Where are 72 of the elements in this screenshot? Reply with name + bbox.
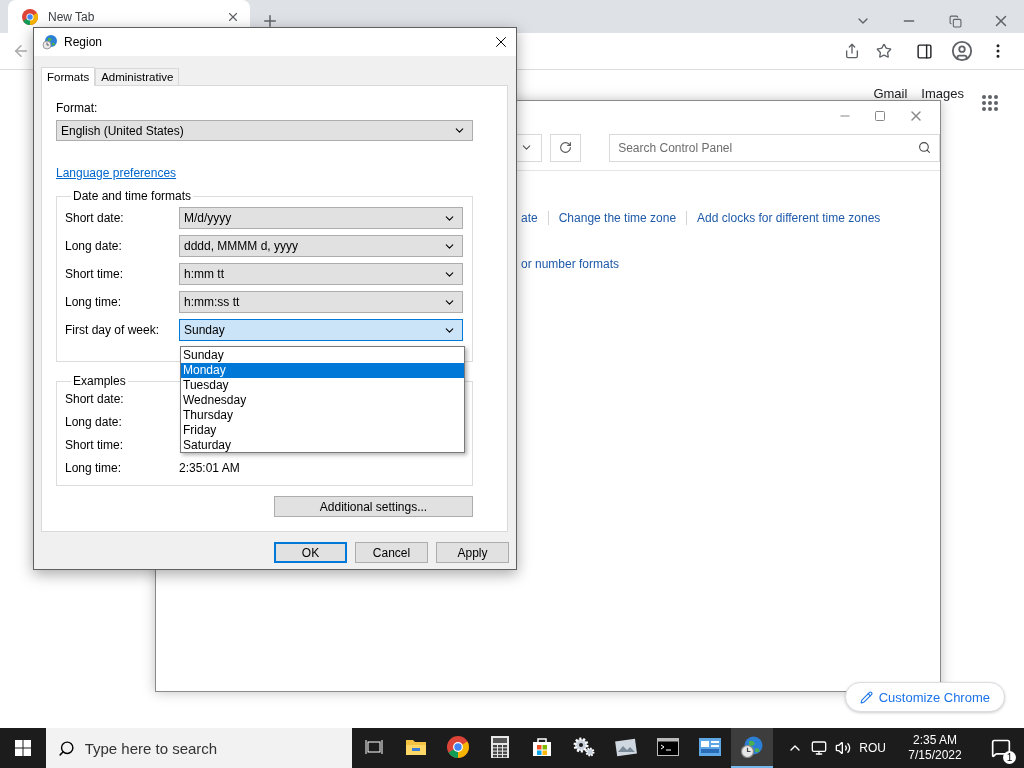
dropdown-option[interactable]: Wednesday (181, 393, 464, 408)
calculator-icon[interactable] (491, 736, 510, 758)
store-bag-icon[interactable] (532, 737, 553, 757)
dropdown-option[interactable]: Friday (181, 423, 464, 438)
field-label: Long date: (65, 414, 123, 429)
dropdown-option[interactable]: Sunday (181, 348, 464, 363)
field-label: Long time: (65, 295, 123, 309)
dialog-button[interactable]: Apply (436, 542, 509, 563)
dropdown-option[interactable]: Tuesday (181, 378, 464, 393)
additional-settings-button[interactable]: Additional settings... (274, 496, 473, 517)
volume-icon[interactable] (835, 740, 852, 756)
pencil-icon (859, 690, 873, 704)
dropdown-option[interactable]: Saturday (181, 438, 464, 453)
restore-icon[interactable] (948, 14, 962, 28)
header-link[interactable]: Gmail (873, 86, 908, 101)
maximize-icon[interactable] (874, 110, 886, 122)
field-label: Short date: (65, 391, 125, 406)
dropdown-option[interactable]: Thursday (181, 408, 464, 423)
settings-link[interactable]: Change the time zone (547, 211, 687, 225)
field-label: Long time: (65, 460, 123, 475)
globe-clock-icon (740, 735, 765, 759)
format-dropdown[interactable]: M/d/yyyy (179, 207, 463, 229)
search-icon (57, 739, 75, 757)
side-panel-icon[interactable] (915, 42, 933, 60)
field-label: Long date: (65, 239, 123, 253)
language-indicator[interactable]: ROU (859, 741, 886, 755)
group-title: Date and time formats (72, 189, 193, 203)
control-panel-icon[interactable] (699, 738, 722, 756)
chrome-logo-icon (22, 8, 38, 25)
field-label: Short time: (65, 437, 125, 452)
format-dropdown[interactable]: Sunday (179, 319, 463, 341)
taskbar-search-field[interactable]: Type here to search (45, 728, 353, 768)
dialog-button[interactable]: Cancel (355, 542, 428, 563)
search-icon (918, 141, 931, 154)
field-label: Short time: (65, 267, 125, 281)
windows-logo-icon[interactable] (14, 740, 31, 756)
header-link[interactable]: Images (921, 86, 964, 101)
group-title: Examples (72, 374, 127, 388)
refresh-button[interactable] (550, 133, 582, 162)
field-label: Short date: (65, 211, 125, 225)
format-dropdown[interactable]: English (United States) (56, 120, 473, 141)
taskbar-clock[interactable]: 2:35 AM 7/15/2022 (900, 733, 970, 763)
notification-badge: 1 (1003, 751, 1016, 764)
format-dropdown[interactable]: dddd, MMMM d, yyyy (179, 235, 463, 257)
format-dropdown[interactable]: h:mm:ss tt (179, 291, 463, 313)
photo-viewer-icon[interactable] (615, 737, 638, 757)
format-dropdown[interactable]: h:mm tt (179, 263, 463, 285)
window-title: Region (64, 35, 104, 49)
refresh-icon (559, 141, 573, 154)
gears-icon[interactable] (572, 736, 597, 758)
dropdown-option[interactable]: Monday (181, 363, 464, 378)
dialog-button[interactable]: OK (274, 542, 347, 563)
network-icon[interactable] (811, 740, 828, 756)
language-preferences-link[interactable]: Language preferences (56, 166, 177, 180)
chrome-icon (447, 736, 470, 758)
field-label: Format: (56, 100, 99, 116)
tab[interactable]: Formats (41, 67, 96, 86)
new-tab-icon[interactable] (261, 12, 279, 30)
profile-icon[interactable] (951, 40, 973, 62)
terminal-icon[interactable] (657, 738, 680, 756)
tab[interactable]: Administrative (95, 68, 180, 85)
share-icon[interactable] (844, 43, 860, 59)
field-label: First day of week: (65, 323, 161, 337)
task-view-icon[interactable] (365, 739, 384, 755)
customize-chrome-button[interactable]: Customize Chrome (844, 682, 1005, 712)
settings-link[interactable]: Add clocks for different time zones (686, 211, 891, 225)
apps-grid-icon[interactable] (981, 94, 999, 112)
search-field[interactable]: Search Control Panel (609, 133, 940, 162)
globe-icon (42, 34, 58, 50)
star-icon[interactable] (876, 43, 892, 59)
example-value: 2:35:01 AM (179, 460, 240, 475)
folder-icon[interactable] (405, 738, 428, 756)
